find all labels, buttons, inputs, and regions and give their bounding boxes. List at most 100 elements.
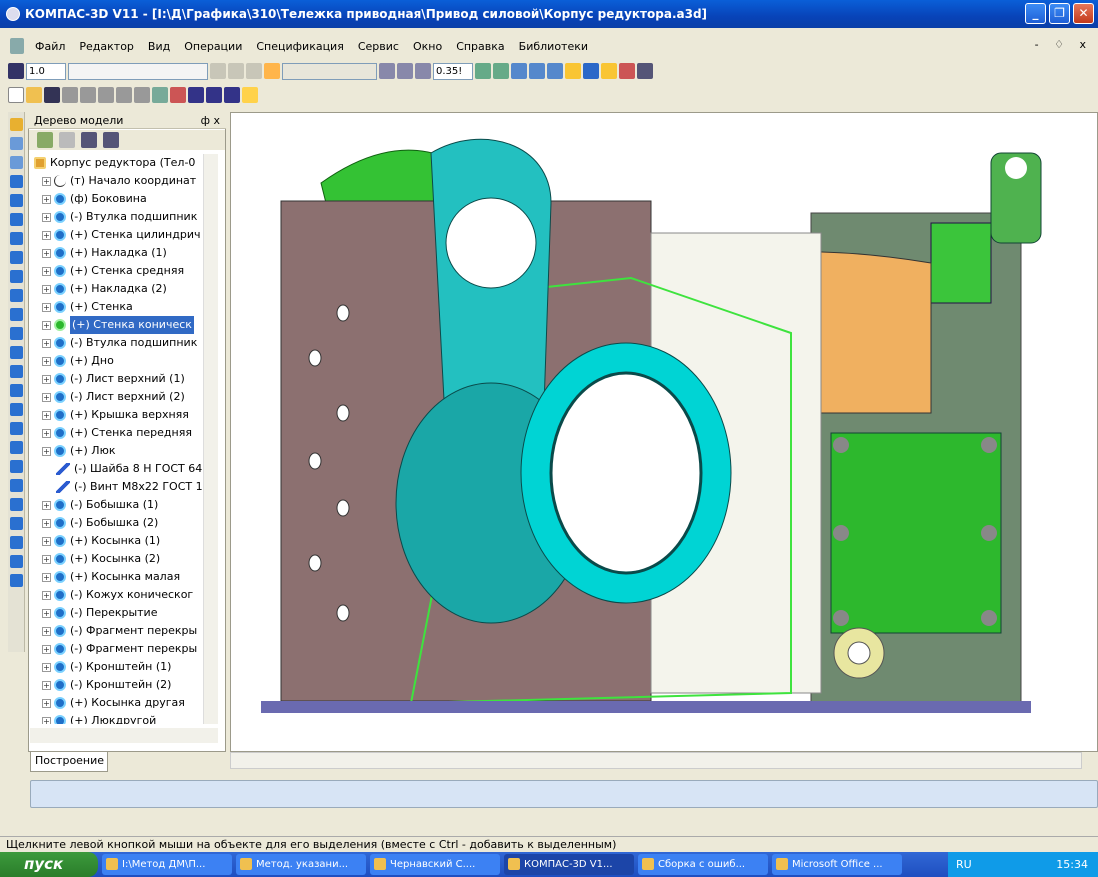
tool-icon[interactable] [10,194,23,207]
help-icon[interactable] [242,87,258,103]
new-file-icon[interactable] [8,87,24,103]
expand-icon[interactable]: + [42,428,51,438]
redo-icon[interactable] [170,87,186,103]
expand-icon[interactable]: + [42,212,51,222]
tool-icon[interactable] [10,441,23,454]
library-icon[interactable] [206,87,222,103]
expand-icon[interactable]: + [42,356,51,366]
menu-service[interactable]: Сервис [355,40,402,53]
tool-icon[interactable] [10,270,23,283]
menu-window[interactable]: Окно [410,40,445,53]
perspective-icon[interactable] [565,63,581,79]
expand-icon[interactable]: + [42,302,51,312]
expand-icon[interactable]: + [42,176,51,186]
tree-item[interactable]: + (+) Люкдругой [30,712,202,724]
expand-icon[interactable]: + [42,320,51,330]
tree-item[interactable]: + (-) Фрагмент перекры [30,622,202,640]
tree-item[interactable]: + (+) Стенка цилиндрич [30,226,202,244]
tree-scrollbar[interactable] [203,154,218,724]
expand-icon[interactable]: + [42,230,51,240]
menu-help[interactable]: Справка [453,40,507,53]
expand-icon[interactable]: + [42,698,51,708]
menu-editor[interactable]: Редактор [76,40,137,53]
tool-icon[interactable] [10,422,23,435]
view-tool-icon[interactable] [246,63,262,79]
taskbar-button[interactable]: Microsoft Office ... [772,854,902,875]
tree-item[interactable]: + (+) Накладка (1) [30,244,202,262]
tree-item[interactable]: Корпус редуктора (Тел-0 [30,154,202,172]
tree-list-icon[interactable] [81,132,97,148]
expand-icon[interactable]: + [42,644,51,654]
shaded-view-icon[interactable] [511,63,527,79]
expand-icon[interactable]: + [42,446,51,456]
zoom-icon[interactable] [379,63,395,79]
viewport-hscrollbar[interactable] [230,752,1082,769]
tool-icon[interactable] [10,175,23,188]
maximize-button[interactable]: ❐ [1049,3,1070,24]
menu-operations[interactable]: Операции [181,40,245,53]
view-tool-icon[interactable] [228,63,244,79]
expand-icon[interactable]: + [42,374,51,384]
menu-file[interactable]: Файл [32,40,68,53]
start-button[interactable]: пуск [0,852,98,877]
tree-item[interactable]: + (+) Стенка средняя [30,262,202,280]
tool-icon[interactable] [10,403,23,416]
tool-icon[interactable] [10,232,23,245]
zoom-in-icon[interactable] [397,63,413,79]
tree-item[interactable]: + (+) Косынка малая [30,568,202,586]
wireframe-icon[interactable] [529,63,545,79]
language-indicator[interactable]: RU [956,852,972,877]
manager-icon[interactable] [188,87,204,103]
tool-icon[interactable] [10,118,23,131]
menu-libraries[interactable]: Библиотеки [516,40,591,53]
tool-icon[interactable] [10,289,23,302]
taskbar-button[interactable]: I:\Метод ДМ\П... [102,854,232,875]
menu-view[interactable]: Вид [145,40,173,53]
save-icon[interactable] [44,87,60,103]
expand-icon[interactable]: + [42,590,51,600]
tool-icon[interactable] [10,213,23,226]
tree-hscrollbar[interactable] [30,728,218,743]
tree-item[interactable]: + (-) Лист верхний (1) [30,370,202,388]
tree-item[interactable]: + (-) Фрагмент перекры [30,640,202,658]
tree-item[interactable]: + (+) Косынка другая [30,694,202,712]
tool-icon[interactable] [10,536,23,549]
tool-icon[interactable] [10,308,23,321]
tool-icon[interactable] [10,479,23,492]
close-button[interactable]: ✕ [1073,3,1094,24]
paste-icon[interactable] [134,87,150,103]
coord-field[interactable] [282,62,377,80]
formula-icon[interactable] [224,87,240,103]
preview-icon[interactable] [80,87,96,103]
expand-icon[interactable]: + [42,284,51,294]
tree-item[interactable]: + (-) Втулка подшипник [30,208,202,226]
tree-item[interactable]: + (ф) Боковина [30,190,202,208]
tool-icon[interactable] [10,574,23,587]
tool-icon[interactable] [10,498,23,511]
expand-icon[interactable]: + [42,248,51,258]
tree-filter-icon[interactable] [59,132,75,148]
assembly-3d-view[interactable] [231,113,1098,753]
orientation-icon[interactable] [264,63,280,79]
tree-mode-icon[interactable] [37,132,53,148]
expand-icon[interactable]: + [42,572,51,582]
tool-icon[interactable] [10,327,23,340]
tree-item[interactable]: + (+) Дно [30,352,202,370]
expand-icon[interactable]: + [42,680,51,690]
open-file-icon[interactable] [26,87,42,103]
expand-icon[interactable]: + [42,266,51,276]
tree-item[interactable]: + (+) Косынка (2) [30,550,202,568]
model-viewport[interactable] [230,112,1098,752]
tree-item[interactable]: + (+) Люк [30,442,202,460]
zoom-out-icon[interactable] [415,63,431,79]
menu-specification[interactable]: Спецификация [253,40,346,53]
tree-item[interactable]: + (+) Косынка (1) [30,532,202,550]
expand-icon[interactable]: + [42,410,51,420]
expand-icon[interactable]: + [42,536,51,546]
tree-item[interactable]: + (-) Бобышка (2) [30,514,202,532]
tree-item[interactable]: + (-) Бобышка (1) [30,496,202,514]
expand-icon[interactable]: + [42,194,51,204]
tree-item[interactable]: + (+) Крышка верхняя [30,406,202,424]
print-icon[interactable] [62,87,78,103]
tree-item[interactable]: + (+) Стенка [30,298,202,316]
